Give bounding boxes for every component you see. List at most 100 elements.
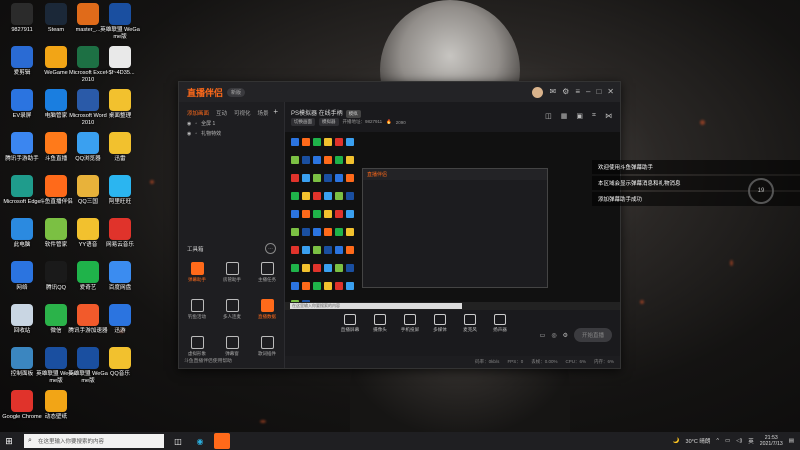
- volume-icon[interactable]: ◁): [736, 438, 742, 444]
- notification-icon[interactable]: ▤: [789, 438, 794, 444]
- weather-icon[interactable]: 🌙: [673, 438, 680, 444]
- more-tools-icon[interactable]: …: [265, 243, 276, 254]
- source-control[interactable]: 扬声器: [489, 314, 511, 344]
- excel-icon: [77, 46, 99, 68]
- desktop-icon[interactable]: 网易云音乐: [100, 218, 140, 249]
- tool-item[interactable]: 歌词插件: [253, 336, 281, 357]
- tool-item[interactable]: 房管助手: [218, 262, 246, 283]
- wechat-icon: [45, 304, 67, 326]
- tab-1[interactable]: 互动: [216, 109, 227, 117]
- shield-icon: [45, 89, 67, 111]
- stream-preview[interactable]: 直播伴侣 在这里输入你要搜索的内容: [285, 132, 620, 310]
- desktop-icon[interactable]: 阿里旺旺: [100, 175, 140, 206]
- source-control[interactable]: 多媒体: [429, 314, 451, 344]
- scene-item[interactable]: ◉ ▫ 全屏 1: [179, 117, 284, 128]
- eye-icon[interactable]: ◉: [187, 131, 191, 137]
- nested-preview-window: 直播伴侣: [362, 168, 548, 288]
- gift-icon[interactable]: ◫: [545, 112, 552, 120]
- crop-icon[interactable]: ⌗: [592, 112, 596, 120]
- camera-icon[interactable]: ▭: [540, 332, 546, 339]
- menu-icon[interactable]: ≡: [575, 87, 580, 98]
- source-control[interactable]: 摄像头: [369, 314, 391, 344]
- tab-0[interactable]: 添加画面: [187, 109, 209, 117]
- tool-icon: [190, 299, 204, 312]
- fire-icon: 🔥: [386, 119, 392, 124]
- tool-item[interactable]: 直播数据: [253, 299, 281, 320]
- eye-toggle-icon[interactable]: ◎: [551, 332, 556, 339]
- clock[interactable]: 21:53 2021/7/13: [760, 435, 783, 448]
- tool-item[interactable]: 弹幕窗: [218, 336, 246, 357]
- pinwheel-icon: [45, 218, 67, 240]
- tab-3[interactable]: 场景: [258, 109, 269, 117]
- control-icon: [344, 314, 356, 325]
- taskbar-search-input[interactable]: ⌕ 在这里输入你要搜索的内容: [24, 434, 164, 448]
- edge-icon: [11, 175, 33, 197]
- network-tray-icon[interactable]: ▭: [725, 438, 730, 444]
- desktop-icon[interactable]: 迅游: [100, 304, 140, 335]
- file-icon: [109, 46, 131, 68]
- douyu-taskbar-icon[interactable]: [214, 433, 230, 449]
- layout-icon[interactable]: ▦: [561, 112, 568, 120]
- tab-2[interactable]: 可视化: [234, 109, 251, 117]
- lock-icon[interactable]: ▫: [195, 131, 197, 137]
- desktop-icon[interactable]: 英雄联盟 WeGame版: [100, 3, 140, 40]
- system-tray: 🌙 30°C 晴朗 ^ ▭ ◁) 英 21:53 2021/7/13 ▤: [673, 432, 794, 450]
- emulator-chip[interactable]: 模拟器: [319, 118, 339, 126]
- desktop-icon[interactable]: ~$f~4D35...: [100, 46, 140, 77]
- start-live-button[interactable]: 开始直播: [573, 328, 612, 342]
- add-scene-button[interactable]: +: [273, 107, 278, 116]
- chrome-icon: [11, 390, 33, 412]
- source-control[interactable]: 麦克风: [459, 314, 481, 344]
- control-icon: [404, 314, 416, 325]
- desktop-icon[interactable]: 迅雷: [100, 132, 140, 163]
- ime-icon[interactable]: 英: [748, 437, 754, 445]
- tool-item[interactable]: 钓鱼活动: [183, 299, 211, 320]
- desktop-icon[interactable]: 百度网盘: [100, 261, 140, 292]
- windows-start-icon[interactable]: ⊞: [0, 432, 18, 450]
- close-icon[interactable]: ✕: [607, 87, 614, 98]
- qqsanguo-icon: [77, 175, 99, 197]
- source-control[interactable]: 手机投屏: [399, 314, 421, 344]
- wallpaper-icon: [45, 390, 67, 412]
- eye-icon[interactable]: ◉: [187, 121, 191, 127]
- tool-item[interactable]: 多人连麦: [218, 299, 246, 320]
- switch-view-chip[interactable]: 切换画面: [291, 118, 315, 126]
- mail-icon[interactable]: ✉: [549, 87, 556, 98]
- room-title[interactable]: PS模拟器 在线手柄 模拟: [291, 108, 361, 118]
- desktop-icon[interactable]: 桌面整理: [100, 89, 140, 120]
- gamepad-icon: [11, 132, 33, 154]
- iqiyi-icon: [77, 261, 99, 283]
- toolbox-title: 工具箱: [187, 247, 204, 253]
- lol-icon: [45, 347, 67, 369]
- minimize-icon[interactable]: –: [586, 87, 590, 98]
- source-control[interactable]: 直播屏幕: [339, 314, 361, 344]
- share-icon[interactable]: ⋈: [605, 112, 612, 120]
- lock-screen-icon[interactable]: ▣: [576, 112, 583, 120]
- desktop-icon[interactable]: 动态壁纸: [36, 390, 76, 421]
- room-tag: 模拟: [345, 110, 361, 118]
- douyu-companion-window[interactable]: 直播伴侣 新版 ✉ ⚙ ≡ – □ ✕ 添加画面 互动 可视化 场景 + ◉ ▫ 全屏…: [178, 81, 621, 369]
- title-bar: 直播伴侣 新版 ✉ ⚙ ≡ – □ ✕: [179, 82, 620, 102]
- settings-icon[interactable]: ⚙: [562, 87, 569, 98]
- status-item: 内存：6%: [593, 359, 614, 364]
- yy-icon: [77, 218, 99, 240]
- gear-icon[interactable]: ⚙: [563, 332, 568, 339]
- weather-text[interactable]: 30°C 晴朗: [686, 437, 711, 445]
- chevron-up-icon[interactable]: ^: [716, 438, 719, 444]
- maximize-icon[interactable]: □: [596, 87, 601, 98]
- edge-taskbar-icon[interactable]: ◉: [192, 433, 208, 449]
- tool-item[interactable]: 主播任务: [253, 262, 281, 283]
- accelerator-icon: [77, 304, 99, 326]
- lock-icon[interactable]: ▫: [195, 121, 197, 127]
- tool-item[interactable]: 虚拟形象: [183, 336, 211, 357]
- desktop-icon[interactable]: QQ音乐: [100, 347, 140, 378]
- avatar[interactable]: [532, 87, 544, 98]
- status-item: 丢帧：0.00%: [531, 359, 558, 364]
- scene-item[interactable]: ◉ ▫ 礼物特效: [179, 127, 284, 138]
- task-view-icon[interactable]: ◫: [170, 433, 186, 449]
- aliwangwang-icon: [109, 175, 131, 197]
- tool-item[interactable]: 弹幕助手: [183, 262, 211, 283]
- recycle-bin-icon: [11, 304, 33, 326]
- help-notice[interactable]: 斗鱼直播伴侣使用帮助: [184, 357, 232, 364]
- control-right: ▭ ◎ ⚙ 开始直播: [540, 328, 612, 342]
